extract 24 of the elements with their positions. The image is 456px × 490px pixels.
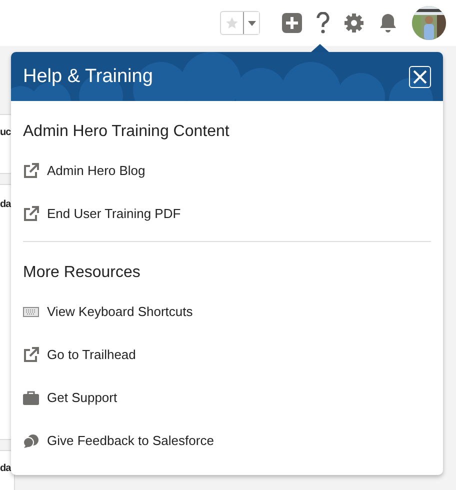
section-heading: Admin Hero Training Content: [23, 123, 230, 141]
help-link[interactable]: Admin Hero Blog: [23, 149, 431, 192]
keyboard-icon: [23, 306, 39, 316]
caret-icon[interactable]: [243, 12, 259, 34]
help-link[interactable]: End User Training PDF: [23, 192, 431, 235]
background-text: da: [0, 199, 11, 210]
help-link[interactable]: Give Feedback to Salesforce: [23, 419, 431, 462]
help-link[interactable]: View Keyboard Shortcuts: [23, 290, 431, 333]
chat-bubbles-icon: [23, 434, 39, 448]
popover-title: Help & Training: [23, 66, 153, 88]
add-icon[interactable]: [282, 13, 302, 33]
external-link-icon: [23, 346, 39, 362]
background-text: uc: [0, 127, 11, 138]
section-heading: More Resources: [23, 264, 142, 282]
external-link-icon: [23, 162, 39, 178]
help-icon[interactable]: [316, 12, 330, 34]
close-button[interactable]: [409, 66, 431, 88]
briefcase-icon: [23, 390, 39, 404]
help-link[interactable]: Get Support: [23, 376, 431, 419]
settings-icon[interactable]: [344, 13, 364, 33]
help-link[interactable]: Go to Trailhead: [23, 333, 431, 376]
external-link-icon: [23, 206, 39, 222]
background-text: da: [0, 463, 11, 474]
notification-bell-icon[interactable]: [378, 13, 398, 33]
